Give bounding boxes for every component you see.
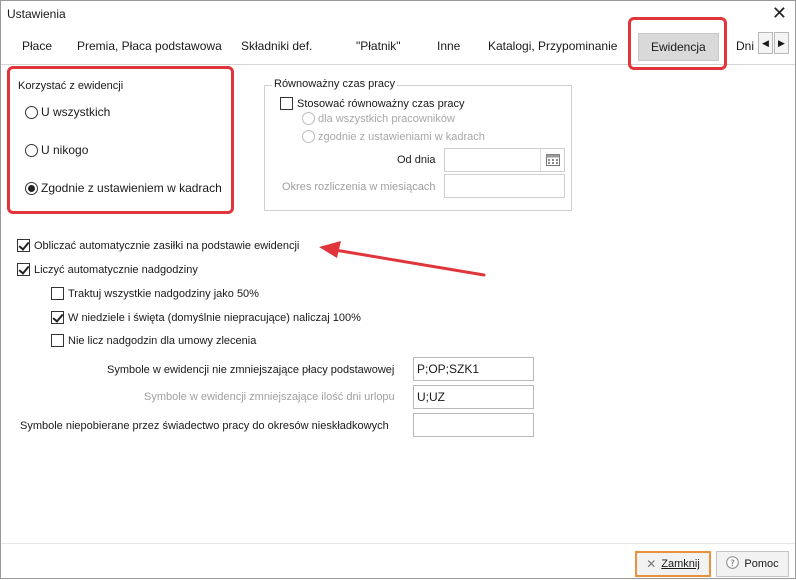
overtime-50-label: Traktuj wszystkie nadgodziny jako 50% bbox=[68, 287, 259, 300]
equivalent-time-title: Równoważny czas pracy bbox=[272, 78, 398, 90]
symbols-not-reducing-field[interactable]: P;OP;SZK1 bbox=[413, 357, 534, 381]
symbols-not-collected-field[interactable] bbox=[413, 413, 534, 437]
tab-skladniki[interactable]: Składniki def. bbox=[241, 39, 312, 53]
auto-benefits-checkbox[interactable]: Obliczać automatycznie zasiłki na podsta… bbox=[17, 239, 299, 252]
calendar-icon[interactable] bbox=[540, 149, 564, 171]
close-button[interactable]: ✕ Zamknij bbox=[635, 551, 711, 577]
tab-highlight-frame bbox=[628, 17, 727, 70]
symbols-reducing-leave-label: Symbole w ewidencji zmniejszające ilość … bbox=[144, 391, 395, 403]
tab-inne[interactable]: Inne bbox=[437, 39, 460, 53]
equivalent-time-checkbox[interactable]: Stosować równoważny czas pracy bbox=[280, 97, 465, 110]
sundays-100-checkbox[interactable]: W niedziele i święta (domyślnie niepracu… bbox=[51, 311, 361, 324]
equivalent-time-label: Stosować równoważny czas pracy bbox=[297, 97, 465, 110]
evidence-group-title: Korzystać z ewidencji bbox=[18, 80, 124, 92]
symbols-reducing-leave-value: U;UZ bbox=[417, 390, 445, 404]
radio-all-circle[interactable] bbox=[25, 105, 38, 119]
close-icon[interactable]: ✕ bbox=[772, 3, 787, 23]
settlement-period-label: Okres rozliczenia w miesiącach bbox=[282, 181, 436, 193]
radio-all-employees[interactable]: dla wszystkich pracowników bbox=[302, 112, 455, 125]
radio-none-label: U nikogo bbox=[41, 143, 89, 157]
help-button[interactable]: ? Pomoc bbox=[716, 551, 789, 577]
settlement-period-field[interactable] bbox=[444, 174, 565, 198]
from-date-field[interactable] bbox=[444, 148, 565, 172]
tab-scroll-left-icon[interactable]: ◀ bbox=[758, 32, 773, 54]
radio-per-hr-settings[interactable]: zgodnie z ustawieniami w kadrach bbox=[302, 130, 485, 143]
tab-place[interactable]: Płace bbox=[22, 39, 52, 53]
overtime-50-checkbox[interactable]: Traktuj wszystkie nadgodziny jako 50% bbox=[51, 287, 259, 300]
auto-overtime-checkbox[interactable]: Liczyć automatycznie nadgodziny bbox=[17, 263, 198, 276]
radio-none-circle[interactable] bbox=[25, 143, 38, 157]
auto-benefits-box[interactable] bbox=[17, 239, 30, 252]
radio-all[interactable]: U wszystkich bbox=[25, 105, 110, 119]
footer-divider bbox=[1, 543, 795, 544]
tab-platnik[interactable]: "Płatnik" bbox=[356, 39, 401, 53]
tab-scroll-right-icon[interactable]: ▶ bbox=[774, 32, 789, 54]
overtime-50-box[interactable] bbox=[51, 287, 64, 300]
window-title: Ustawienia bbox=[7, 7, 66, 21]
tab-dni[interactable]: Dni bbox=[736, 39, 756, 53]
svg-text:?: ? bbox=[730, 559, 735, 569]
sundays-100-box[interactable] bbox=[51, 311, 64, 324]
radio-per-hr[interactable]: Zgodnie z ustawieniem w kadrach bbox=[25, 181, 222, 195]
no-overtime-contract-checkbox[interactable]: Nie licz nadgodzin dla umowy zlecenia bbox=[51, 334, 256, 347]
no-overtime-contract-label: Nie licz nadgodzin dla umowy zlecenia bbox=[68, 334, 257, 347]
auto-overtime-label: Liczyć automatycznie nadgodziny bbox=[34, 263, 198, 276]
radio-all-employees-label: dla wszystkich pracowników bbox=[318, 112, 455, 125]
from-date-label: Od dnia bbox=[397, 154, 436, 166]
help-icon: ? bbox=[726, 556, 740, 572]
symbols-not-collected-label: Symbole niepobierane przez świadectwo pr… bbox=[20, 420, 389, 432]
radio-per-hr-circle[interactable] bbox=[25, 181, 38, 195]
help-button-label: Pomoc bbox=[744, 558, 779, 570]
settings-window: Ustawienia ✕ Płace Premia, Płaca podstaw… bbox=[0, 0, 796, 579]
no-overtime-contract-box[interactable] bbox=[51, 334, 64, 347]
radio-per-hr-settings-circle[interactable] bbox=[302, 130, 315, 143]
radio-all-label: U wszystkich bbox=[41, 105, 111, 119]
tab-katalogi[interactable]: Katalogi, Przypominanie bbox=[488, 39, 617, 53]
symbols-not-reducing-value: P;OP;SZK1 bbox=[417, 362, 480, 376]
radio-none[interactable]: U nikogo bbox=[25, 143, 88, 157]
symbols-not-reducing-label: Symbole w ewidencji nie zmniejszające pł… bbox=[107, 364, 395, 376]
auto-overtime-box[interactable] bbox=[17, 263, 30, 276]
tab-premia[interactable]: Premia, Płaca podstawowa bbox=[77, 39, 222, 53]
close-x-icon: ✕ bbox=[646, 557, 657, 571]
auto-benefits-label: Obliczać automatycznie zasiłki na podsta… bbox=[34, 239, 300, 252]
symbols-reducing-leave-field[interactable]: U;UZ bbox=[413, 385, 534, 409]
radio-per-hr-label: Zgodnie z ustawieniem w kadrach bbox=[41, 181, 222, 195]
radio-per-hr-settings-label: zgodnie z ustawieniami w kadrach bbox=[318, 130, 485, 143]
close-button-label: Zamknij bbox=[661, 558, 700, 570]
radio-all-employees-circle[interactable] bbox=[302, 112, 315, 125]
equivalent-time-box[interactable] bbox=[280, 97, 293, 110]
sundays-100-label: W niedziele i święta (domyślnie niepracu… bbox=[68, 311, 361, 324]
